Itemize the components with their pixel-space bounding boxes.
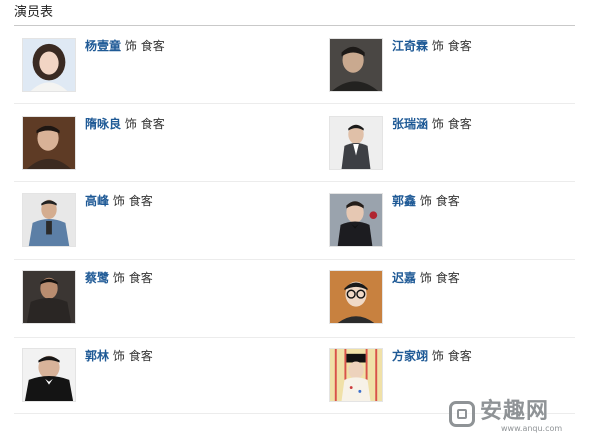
role-name: 食客 [447, 117, 472, 131]
actor-name-link[interactable]: 杨壹童 [85, 39, 121, 53]
actor-photo[interactable] [329, 270, 383, 324]
actor-photo[interactable] [22, 193, 76, 247]
row-divider [14, 103, 575, 104]
actor-photo[interactable] [329, 193, 383, 247]
role-name: 食客 [447, 39, 472, 53]
cast-item: 方家翊 饰 食客 [329, 348, 579, 404]
actor-name-link[interactable]: 迟嘉 [392, 271, 416, 285]
actor-photo[interactable] [329, 116, 383, 170]
title-divider [14, 25, 575, 26]
cast-info: 郭鑫 饰 食客 [392, 193, 460, 209]
as-label: 饰 [419, 194, 432, 208]
as-label: 饰 [431, 39, 444, 53]
cast-item: 杨壹童 饰 食客 [22, 38, 272, 94]
watermark-logo-icon [449, 401, 475, 427]
cast-info: 蔡鹭 饰 食客 [85, 270, 153, 286]
role-name: 食客 [140, 117, 165, 131]
row-divider [14, 337, 575, 338]
row-divider [14, 181, 575, 182]
as-label: 饰 [124, 39, 137, 53]
role-name: 食客 [447, 349, 472, 363]
actor-name-link[interactable]: 张瑞涵 [392, 117, 428, 131]
cast-item: 高峰 饰 食客 [22, 193, 272, 249]
actor-name-link[interactable]: 蔡鹭 [85, 271, 109, 285]
row-divider [14, 259, 575, 260]
actor-photo[interactable] [22, 116, 76, 170]
actor-name-link[interactable]: 郭林 [85, 349, 109, 363]
watermark-brand: 安趣网 [480, 399, 550, 424]
role-name: 食客 [435, 194, 460, 208]
watermark-url: www.anqu.com [501, 424, 563, 433]
as-label: 饰 [419, 271, 432, 285]
actor-photo[interactable] [329, 348, 383, 402]
cast-item: 迟嘉 饰 食客 [329, 270, 579, 326]
role-name: 食客 [128, 194, 153, 208]
actor-name-link[interactable]: 江奇霖 [392, 39, 428, 53]
cast-item: 郭鑫 饰 食客 [329, 193, 579, 249]
cast-info: 张瑞涵 饰 食客 [392, 116, 472, 132]
cast-info: 隋咏良 饰 食客 [85, 116, 165, 132]
actor-name-link[interactable]: 郭鑫 [392, 194, 416, 208]
actor-photo[interactable] [329, 38, 383, 92]
actor-photo[interactable] [22, 348, 76, 402]
cast-info: 高峰 饰 食客 [85, 193, 153, 209]
role-name: 食客 [140, 39, 165, 53]
actor-photo[interactable] [22, 270, 76, 324]
as-label: 饰 [431, 117, 444, 131]
role-name: 食客 [435, 271, 460, 285]
cast-item: 郭林 饰 食客 [22, 348, 272, 404]
as-label: 饰 [112, 271, 125, 285]
role-name: 食客 [128, 349, 153, 363]
cast-info: 杨壹童 饰 食客 [85, 38, 165, 54]
cast-info: 迟嘉 饰 食客 [392, 270, 460, 286]
as-label: 饰 [124, 117, 137, 131]
cast-list-title: 演员表 [14, 5, 54, 20]
cast-item: 张瑞涵 饰 食客 [329, 116, 579, 172]
site-watermark: 安趣网 www.anqu.com [449, 399, 589, 433]
role-name: 食客 [128, 271, 153, 285]
cast-item: 隋咏良 饰 食客 [22, 116, 272, 172]
cast-info: 郭林 饰 食客 [85, 348, 153, 364]
cast-item: 江奇霖 饰 食客 [329, 38, 579, 94]
cast-info: 方家翊 饰 食客 [392, 348, 472, 364]
actor-name-link[interactable]: 隋咏良 [85, 117, 121, 131]
actor-name-link[interactable]: 方家翊 [392, 349, 428, 363]
as-label: 饰 [112, 349, 125, 363]
actor-photo[interactable] [22, 38, 76, 92]
as-label: 饰 [112, 194, 125, 208]
cast-info: 江奇霖 饰 食客 [392, 38, 472, 54]
as-label: 饰 [431, 349, 444, 363]
actor-name-link[interactable]: 高峰 [85, 194, 109, 208]
cast-item: 蔡鹭 饰 食客 [22, 270, 272, 326]
